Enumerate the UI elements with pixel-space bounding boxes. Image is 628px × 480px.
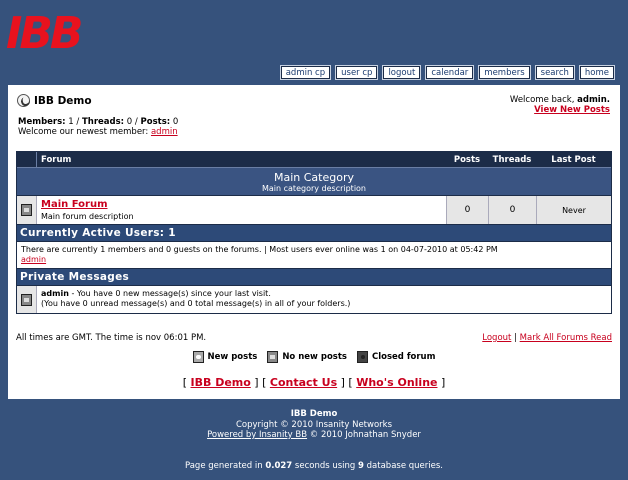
footer-copyright: Copyright © 2010 Insanity Networks bbox=[235, 419, 393, 430]
forum-table: Forum Posts Threads Last Post Main Categ… bbox=[16, 151, 612, 314]
header-icon-cell bbox=[17, 152, 37, 167]
members-label: Members: bbox=[18, 117, 66, 127]
no-new-posts-icon bbox=[267, 351, 279, 363]
pm-text: admin - You have 0 new message(s) since … bbox=[37, 286, 611, 313]
page-gen-middle: seconds using bbox=[292, 461, 359, 471]
whos-online-link[interactable]: Who's Online bbox=[356, 376, 437, 389]
forum-posts-count: 0 bbox=[446, 196, 488, 224]
board-stats: Members: 1 / Threads: 0 / Posts: 0 Welco… bbox=[18, 117, 179, 137]
private-messages-row: admin - You have 0 new message(s) since … bbox=[17, 286, 611, 313]
page-gen-suffix: database queries. bbox=[363, 461, 443, 471]
active-users-header: Currently Active Users: 1 bbox=[17, 225, 611, 242]
members-count: 1 bbox=[68, 117, 74, 127]
posts-label: Posts: bbox=[140, 117, 171, 127]
pm-line-2: (You have 0 unread message(s) and 0 tota… bbox=[41, 299, 351, 308]
top-nav: admin cp user cp logout calendar members… bbox=[279, 65, 616, 80]
contact-us-link[interactable]: Contact Us bbox=[270, 376, 337, 389]
posts-count: 0 bbox=[172, 117, 179, 127]
pm-status-icon bbox=[21, 293, 32, 306]
nav-admin-cp-button[interactable]: admin cp bbox=[279, 65, 332, 80]
forum-last-post: Never bbox=[536, 196, 611, 224]
new-posts-icon bbox=[192, 351, 204, 363]
nav-members-button[interactable]: members bbox=[478, 65, 531, 80]
newest-member-prefix: Welcome our newest member: bbox=[18, 127, 149, 137]
closed-forum-icon bbox=[356, 351, 368, 363]
legend-closed-forum-label: Closed forum bbox=[371, 352, 436, 362]
active-users-text: There are currently 1 members and 0 gues… bbox=[21, 245, 498, 254]
view-new-posts-link[interactable]: View New Posts bbox=[534, 105, 610, 115]
powered-by-rest: © 2010 Johnathan Snyder bbox=[307, 430, 421, 440]
footer-links-separator: | bbox=[514, 333, 517, 343]
logo: IBB bbox=[6, 8, 83, 59]
table-header: Forum Posts Threads Last Post bbox=[17, 152, 611, 168]
forum-info-cell: Main Forum Main forum description bbox=[37, 196, 446, 224]
active-users-box: There are currently 1 members and 0 gues… bbox=[17, 242, 611, 269]
welcome-prefix: Welcome back, bbox=[509, 95, 575, 105]
board-home-link[interactable]: IBB Demo bbox=[191, 376, 251, 389]
forum-status-cell bbox=[17, 196, 37, 224]
page-gen-seconds: 0.027 bbox=[265, 461, 293, 471]
category-name[interactable]: Main Category bbox=[17, 171, 611, 184]
legend-closed-forum: Closed forum bbox=[356, 351, 436, 363]
newest-member-link[interactable]: admin bbox=[151, 127, 178, 137]
legend-no-new-posts: No new posts bbox=[267, 351, 347, 363]
legend-new-posts: New posts bbox=[192, 351, 258, 363]
private-messages-header: Private Messages bbox=[17, 269, 611, 286]
category-row: Main Category Main category description bbox=[17, 168, 611, 196]
header-last-post: Last Post bbox=[551, 154, 596, 165]
nav-calendar-button[interactable]: calendar bbox=[425, 65, 475, 80]
page-gen-prefix: Page generated in bbox=[184, 461, 266, 471]
page-generated-info: Page generated in 0.027 seconds using 9 … bbox=[0, 461, 628, 471]
forum-description: Main forum description bbox=[41, 212, 134, 221]
nav-logout-button[interactable]: logout bbox=[382, 65, 422, 80]
no-new-posts-icon bbox=[21, 204, 32, 216]
bottom-links: [ IBB Demo ] [ Contact Us ] [ Who's Onli… bbox=[182, 376, 446, 389]
forum-row: Main Forum Main forum description 0 0 Ne… bbox=[17, 196, 611, 225]
welcome-box: Welcome back, admin. View New Posts bbox=[510, 95, 610, 115]
threads-label: Threads: bbox=[82, 117, 125, 127]
main-panel: IBB Demo Members: 1 / Threads: 0 / Posts… bbox=[8, 85, 620, 399]
footer-title: IBB Demo bbox=[290, 409, 338, 419]
legend-no-new-posts-label: No new posts bbox=[282, 352, 347, 362]
pm-status-cell bbox=[17, 286, 37, 313]
header-posts: Posts bbox=[453, 154, 481, 165]
server-time: All times are GMT. The time is nov 06:01… bbox=[16, 333, 207, 343]
mark-all-read-link[interactable]: Mark All Forums Read bbox=[520, 333, 612, 343]
board-icon bbox=[17, 94, 30, 107]
powered-by-link[interactable]: Powered by Insanity BB bbox=[207, 430, 307, 440]
pm-line-1: - You have 0 new message(s) since your l… bbox=[68, 289, 271, 298]
forum-name-link[interactable]: Main Forum bbox=[41, 199, 108, 210]
header-forum: Forum bbox=[41, 154, 72, 165]
board-title: IBB Demo bbox=[17, 94, 92, 107]
board-title-text: IBB Demo bbox=[34, 94, 92, 107]
footer-links: Logout | Mark All Forums Read bbox=[482, 333, 612, 343]
nav-search-button[interactable]: search bbox=[534, 65, 575, 80]
nav-home-button[interactable]: home bbox=[578, 65, 616, 80]
nav-user-cp-button[interactable]: user cp bbox=[335, 65, 379, 80]
status-legend: New posts No new posts Closed forum bbox=[8, 351, 620, 363]
welcome-user: admin. bbox=[577, 95, 610, 105]
logout-link[interactable]: Logout bbox=[482, 333, 511, 343]
category-description: Main category description bbox=[261, 184, 367, 193]
legend-new-posts-label: New posts bbox=[207, 352, 258, 362]
active-user-link[interactable]: admin bbox=[21, 255, 46, 264]
page-footer: IBB Demo Copyright © 2010 Insanity Netwo… bbox=[0, 409, 628, 441]
threads-count: 0 bbox=[126, 117, 133, 127]
forum-threads-count: 0 bbox=[488, 196, 536, 224]
pm-user: admin bbox=[41, 289, 69, 298]
header-threads: Threads bbox=[492, 154, 532, 165]
